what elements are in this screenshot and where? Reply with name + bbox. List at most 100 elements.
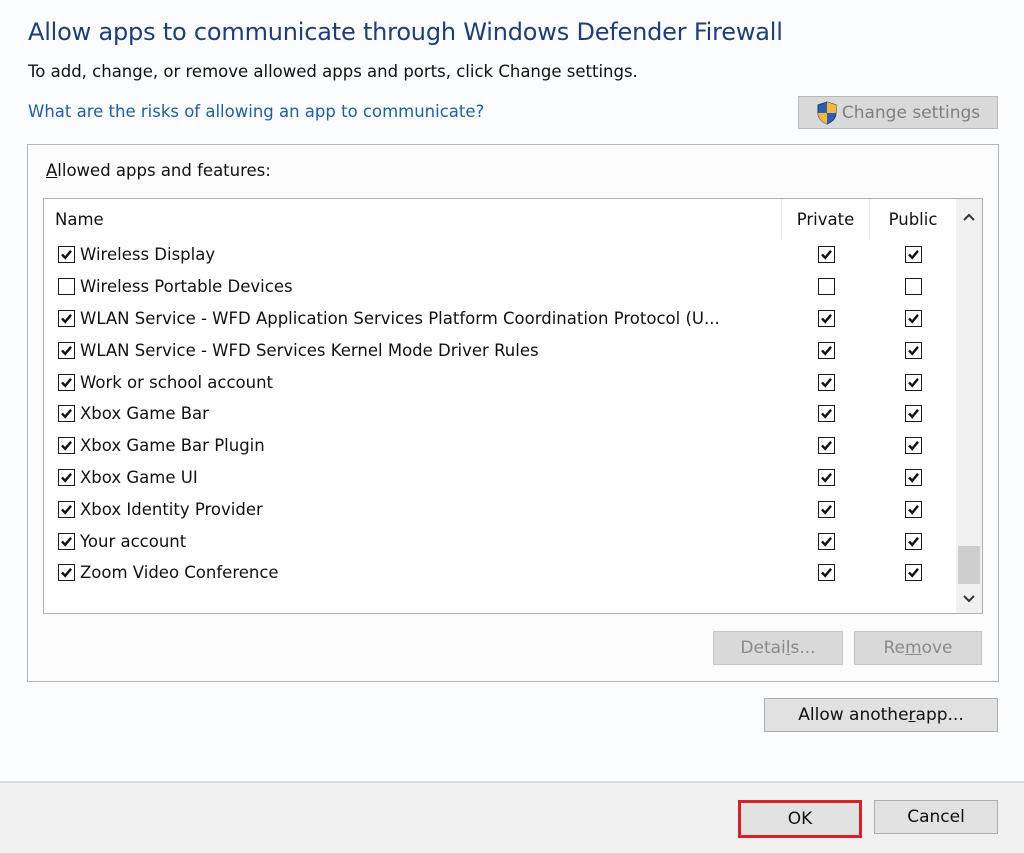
private-cell <box>782 437 870 455</box>
app-enabled-checkbox[interactable] <box>58 500 75 518</box>
private-cell <box>782 532 870 550</box>
column-header-private[interactable]: Private <box>782 199 870 239</box>
private-cell <box>782 309 870 327</box>
private-checkbox[interactable] <box>817 246 835 264</box>
list-rows: Wireless Display Wireless Portable Device… <box>44 239 956 589</box>
app-name: Xbox Game UI <box>80 467 198 487</box>
app-enabled-checkbox[interactable] <box>58 373 75 391</box>
chevron-down-icon <box>963 595 975 603</box>
list-item[interactable]: WLAN Service - WFD Application Services … <box>44 303 956 335</box>
public-cell <box>870 373 956 391</box>
public-checkbox[interactable] <box>904 341 922 359</box>
list-item[interactable]: Your account <box>44 525 956 557</box>
remove-button[interactable]: Re m ove <box>854 631 982 665</box>
app-enabled-checkbox[interactable] <box>58 564 75 582</box>
app-enabled-checkbox[interactable] <box>58 405 75 423</box>
private-checkbox[interactable] <box>817 532 835 550</box>
app-name: Work or school account <box>80 372 274 392</box>
allowed-apps-group: Allowed apps and features: Name Private … <box>27 144 999 682</box>
list-item[interactable]: Xbox Game UI <box>44 462 956 494</box>
list-item[interactable]: Work or school account <box>44 366 956 398</box>
public-cell <box>870 405 956 423</box>
private-cell <box>782 278 870 296</box>
private-checkbox[interactable] <box>817 309 835 327</box>
public-checkbox[interactable] <box>904 468 922 486</box>
allowed-apps-list[interactable]: Name Private Public Wireless Display Wire… <box>43 198 983 614</box>
app-name: Xbox Game Bar Plugin <box>80 436 265 456</box>
private-checkbox[interactable] <box>817 500 835 518</box>
app-name-cell: Wireless Display <box>44 245 782 264</box>
app-enabled-checkbox[interactable] <box>58 246 75 264</box>
cancel-button[interactable]: Cancel <box>874 800 998 834</box>
firewall-allowed-apps-page: Allow apps to communicate through Window… <box>0 0 1024 853</box>
app-name: Xbox Identity Provider <box>80 499 263 519</box>
private-checkbox[interactable] <box>817 468 835 486</box>
app-name-cell: Zoom Video Conference <box>44 563 782 582</box>
private-cell <box>782 564 870 582</box>
app-enabled-checkbox[interactable] <box>58 437 75 455</box>
list-header: Name Private Public <box>44 199 956 239</box>
column-header-public[interactable]: Public <box>870 199 956 239</box>
page-subtitle: To add, change, or remove allowed apps a… <box>28 62 638 81</box>
change-settings-button[interactable]: Change settings <box>798 96 998 129</box>
public-checkbox[interactable] <box>904 437 922 455</box>
public-checkbox[interactable] <box>904 246 922 264</box>
chevron-up-icon <box>963 213 975 221</box>
public-checkbox[interactable] <box>904 500 922 518</box>
app-enabled-checkbox[interactable] <box>58 532 75 550</box>
scroll-up-button[interactable] <box>956 203 982 231</box>
allowed-apps-label: Allowed apps and features: <box>46 161 271 180</box>
scroll-down-button[interactable] <box>956 585 982 613</box>
list-item[interactable]: Zoom Video Conference <box>44 557 956 589</box>
allow-another-app-button[interactable]: Allow anothe r app... <box>764 698 998 732</box>
risks-link[interactable]: What are the risks of allowing an app to… <box>28 102 484 121</box>
scroll-thumb[interactable] <box>958 546 980 584</box>
app-name-cell: Xbox Identity Provider <box>44 500 782 519</box>
app-enabled-checkbox[interactable] <box>58 309 75 327</box>
list-item[interactable]: Wireless Display <box>44 239 956 271</box>
app-name-cell: Xbox Game Bar <box>44 404 782 423</box>
app-name-cell: Wireless Portable Devices <box>44 277 782 296</box>
public-cell <box>870 500 956 518</box>
public-cell <box>870 246 956 264</box>
public-cell <box>870 532 956 550</box>
private-cell <box>782 468 870 486</box>
ok-button[interactable]: OK <box>738 800 862 838</box>
app-enabled-checkbox[interactable] <box>58 468 75 486</box>
app-name-cell: Xbox Game UI <box>44 468 782 487</box>
change-settings-label: Change settings <box>841 102 981 123</box>
list-item[interactable]: Xbox Game Bar <box>44 398 956 430</box>
app-name-cell: Work or school account <box>44 373 782 392</box>
public-cell <box>870 437 956 455</box>
public-checkbox[interactable] <box>904 405 922 423</box>
private-checkbox[interactable] <box>817 564 835 582</box>
private-checkbox[interactable] <box>817 278 835 296</box>
list-item[interactable]: Xbox Identity Provider <box>44 493 956 525</box>
list-item[interactable]: Wireless Portable Devices <box>44 271 956 303</box>
public-cell <box>870 309 956 327</box>
public-checkbox[interactable] <box>904 564 922 582</box>
app-enabled-checkbox[interactable] <box>58 341 75 359</box>
public-checkbox[interactable] <box>904 309 922 327</box>
public-checkbox[interactable] <box>904 532 922 550</box>
list-item[interactable]: Xbox Game Bar Plugin <box>44 430 956 462</box>
private-checkbox[interactable] <box>817 341 835 359</box>
private-checkbox[interactable] <box>817 405 835 423</box>
vertical-scrollbar[interactable] <box>956 199 982 613</box>
public-checkbox[interactable] <box>904 373 922 391</box>
app-name: Xbox Game Bar <box>80 404 209 424</box>
app-name-cell: WLAN Service - WFD Application Services … <box>44 309 782 328</box>
public-cell <box>870 468 956 486</box>
column-header-name[interactable]: Name <box>44 199 782 239</box>
private-checkbox[interactable] <box>817 373 835 391</box>
public-checkbox[interactable] <box>904 278 922 296</box>
private-checkbox[interactable] <box>817 437 835 455</box>
app-name: Your account <box>80 531 187 551</box>
details-button[interactable]: Detai l s... <box>713 631 843 665</box>
app-name: WLAN Service - WFD Application Services … <box>80 308 720 328</box>
app-enabled-checkbox[interactable] <box>58 278 75 296</box>
app-name-cell: Xbox Game Bar Plugin <box>44 436 782 455</box>
private-cell <box>782 500 870 518</box>
list-item[interactable]: WLAN Service - WFD Services Kernel Mode … <box>44 334 956 366</box>
app-name: WLAN Service - WFD Services Kernel Mode … <box>80 340 539 360</box>
